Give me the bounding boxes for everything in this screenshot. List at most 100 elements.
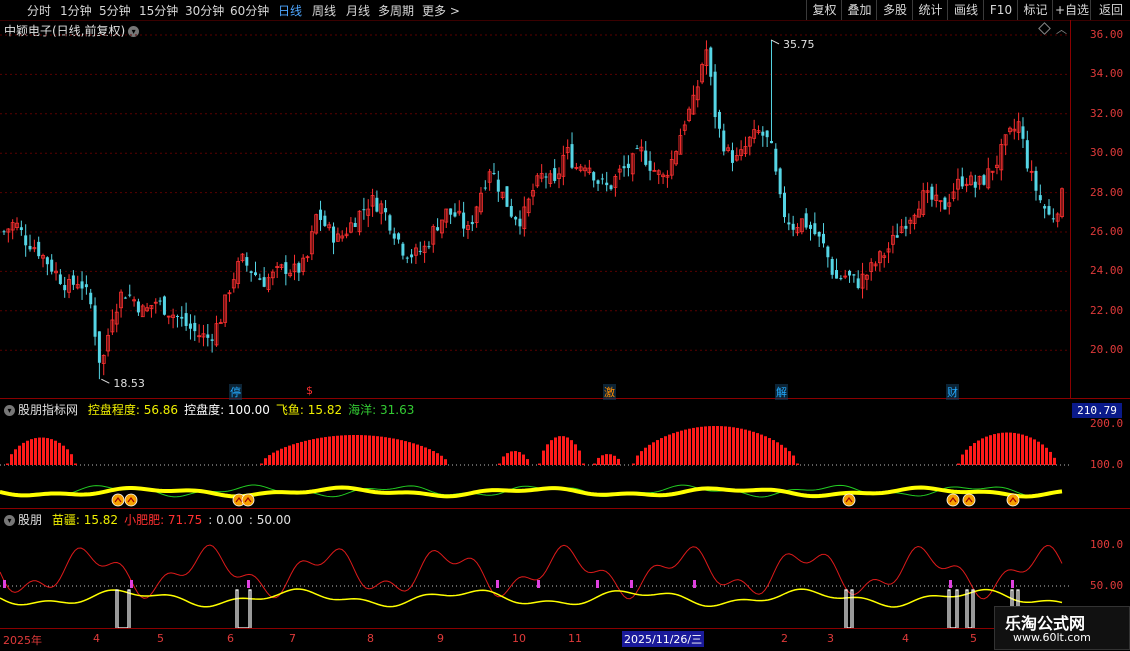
candle-body — [717, 111, 721, 129]
candle-body — [1021, 126, 1025, 139]
event-marker[interactable]: 停 — [229, 384, 242, 400]
candle-body — [50, 259, 54, 272]
indicator2-legend[interactable]: ▾ 股朋 苗疆: 15.82 小肥肥: 71.75: 0.00: 50.00 — [4, 511, 297, 528]
candle-body — [483, 187, 487, 189]
red-bar — [58, 442, 61, 465]
red-bar — [304, 440, 307, 465]
price-tick: 26.00 — [1090, 225, 1124, 238]
event-marker[interactable]: 激 — [603, 384, 616, 400]
price-tick: 30.00 — [1090, 146, 1124, 160]
event-marker[interactable]: $ — [305, 384, 314, 397]
indicator2-name: 股朋 — [18, 513, 43, 527]
candle-body — [960, 176, 964, 187]
magenta-marker — [693, 580, 696, 588]
white-spike — [115, 589, 131, 629]
candle-body — [323, 215, 327, 226]
red-bar — [296, 443, 299, 465]
price-tick: 24.00 — [1090, 264, 1124, 278]
chevron-down-icon[interactable]: ▾ — [4, 405, 15, 416]
red-bar — [6, 463, 9, 465]
red-bar — [558, 436, 561, 465]
red-bar — [648, 444, 651, 465]
red-bar — [324, 437, 327, 465]
red-bar — [502, 456, 505, 465]
red-bar — [364, 435, 367, 465]
candle-body — [982, 175, 986, 185]
magenta-marker — [596, 580, 599, 588]
candle-body — [418, 250, 422, 252]
candle-body — [297, 263, 301, 273]
month-label: 6 — [227, 632, 234, 645]
candle-body — [123, 297, 127, 299]
red-bar — [724, 426, 727, 465]
event-marker[interactable]: 解 — [775, 384, 788, 400]
price-tick: 22.00 — [1090, 303, 1124, 317]
yellow-thick-line — [0, 485, 1063, 499]
red-bar — [400, 440, 403, 465]
red-bar — [70, 454, 73, 465]
red-bar — [716, 426, 719, 465]
candle-body — [249, 271, 253, 273]
chart-canvas: 35.75 18.53 — [0, 34, 1070, 629]
candle-body — [462, 212, 466, 229]
watermark-logo: 乐淘公式网 www.60lt.com — [994, 606, 1130, 650]
red-bar — [1033, 439, 1036, 465]
indicator1-legend[interactable]: ▾ 股朋指标网 控盘程度: 56.86 控盘度: 100.00 飞鱼: 15.82 海洋… — [4, 401, 420, 418]
candle-body — [596, 180, 600, 184]
candle-body — [384, 208, 388, 213]
low-price-label: 18.53 — [113, 377, 145, 390]
red-bar — [981, 438, 984, 465]
event-marker[interactable]: 财 — [946, 384, 959, 400]
red-bar — [384, 437, 387, 465]
red-bar — [593, 463, 596, 465]
red-line — [0, 544, 1063, 600]
red-bar — [280, 448, 283, 465]
red-bar — [276, 450, 279, 465]
red-bar — [740, 428, 743, 465]
red-bar — [372, 435, 375, 465]
indicator-value: 苗疆: 15.82 — [51, 513, 119, 527]
candle-body — [605, 182, 609, 186]
red-bar — [582, 463, 585, 465]
candle-body — [765, 130, 769, 138]
candle-body — [826, 246, 830, 258]
yellow-line — [0, 588, 1063, 608]
red-bar — [396, 439, 399, 465]
month-label: 5 — [157, 632, 164, 645]
magenta-marker — [247, 580, 250, 588]
indicator-value: 控盘程度: 56.86 — [87, 403, 179, 417]
candle-body — [600, 178, 604, 180]
red-bar — [768, 438, 771, 465]
red-bar — [26, 440, 29, 465]
red-bar — [570, 440, 573, 465]
red-bar — [392, 438, 395, 465]
red-bar — [356, 435, 359, 465]
red-bar — [416, 444, 419, 465]
candle-body — [188, 323, 192, 329]
candle-body — [644, 150, 648, 165]
red-bar — [796, 463, 799, 465]
red-bar — [420, 445, 423, 465]
up-arrow-icon — [842, 493, 856, 507]
price-axis: 36.00 34.00 32.00 30.00 28.00 26.00 24.00 22.00… — [1071, 20, 1130, 610]
red-bar — [728, 426, 731, 465]
red-bar — [664, 436, 667, 465]
month-label: 5 — [970, 632, 977, 645]
red-bar — [14, 449, 17, 465]
candle-body — [84, 284, 88, 288]
red-bar — [272, 452, 275, 465]
candle-body — [1047, 206, 1051, 215]
candle-body — [427, 246, 431, 248]
indicator-tick: 50.00 — [1090, 579, 1124, 592]
red-bar — [597, 457, 600, 465]
red-bar — [514, 451, 517, 465]
high-pointer — [770, 39, 780, 45]
red-bar — [636, 455, 639, 465]
red-bar — [408, 442, 411, 465]
red-bar — [518, 452, 521, 465]
month-label: 10 — [512, 632, 526, 645]
red-bar — [676, 431, 679, 465]
indicator-value: 控盘度: 100.00 — [184, 403, 270, 417]
chevron-down-icon[interactable]: ▾ — [4, 515, 15, 526]
candle-body — [852, 274, 856, 276]
